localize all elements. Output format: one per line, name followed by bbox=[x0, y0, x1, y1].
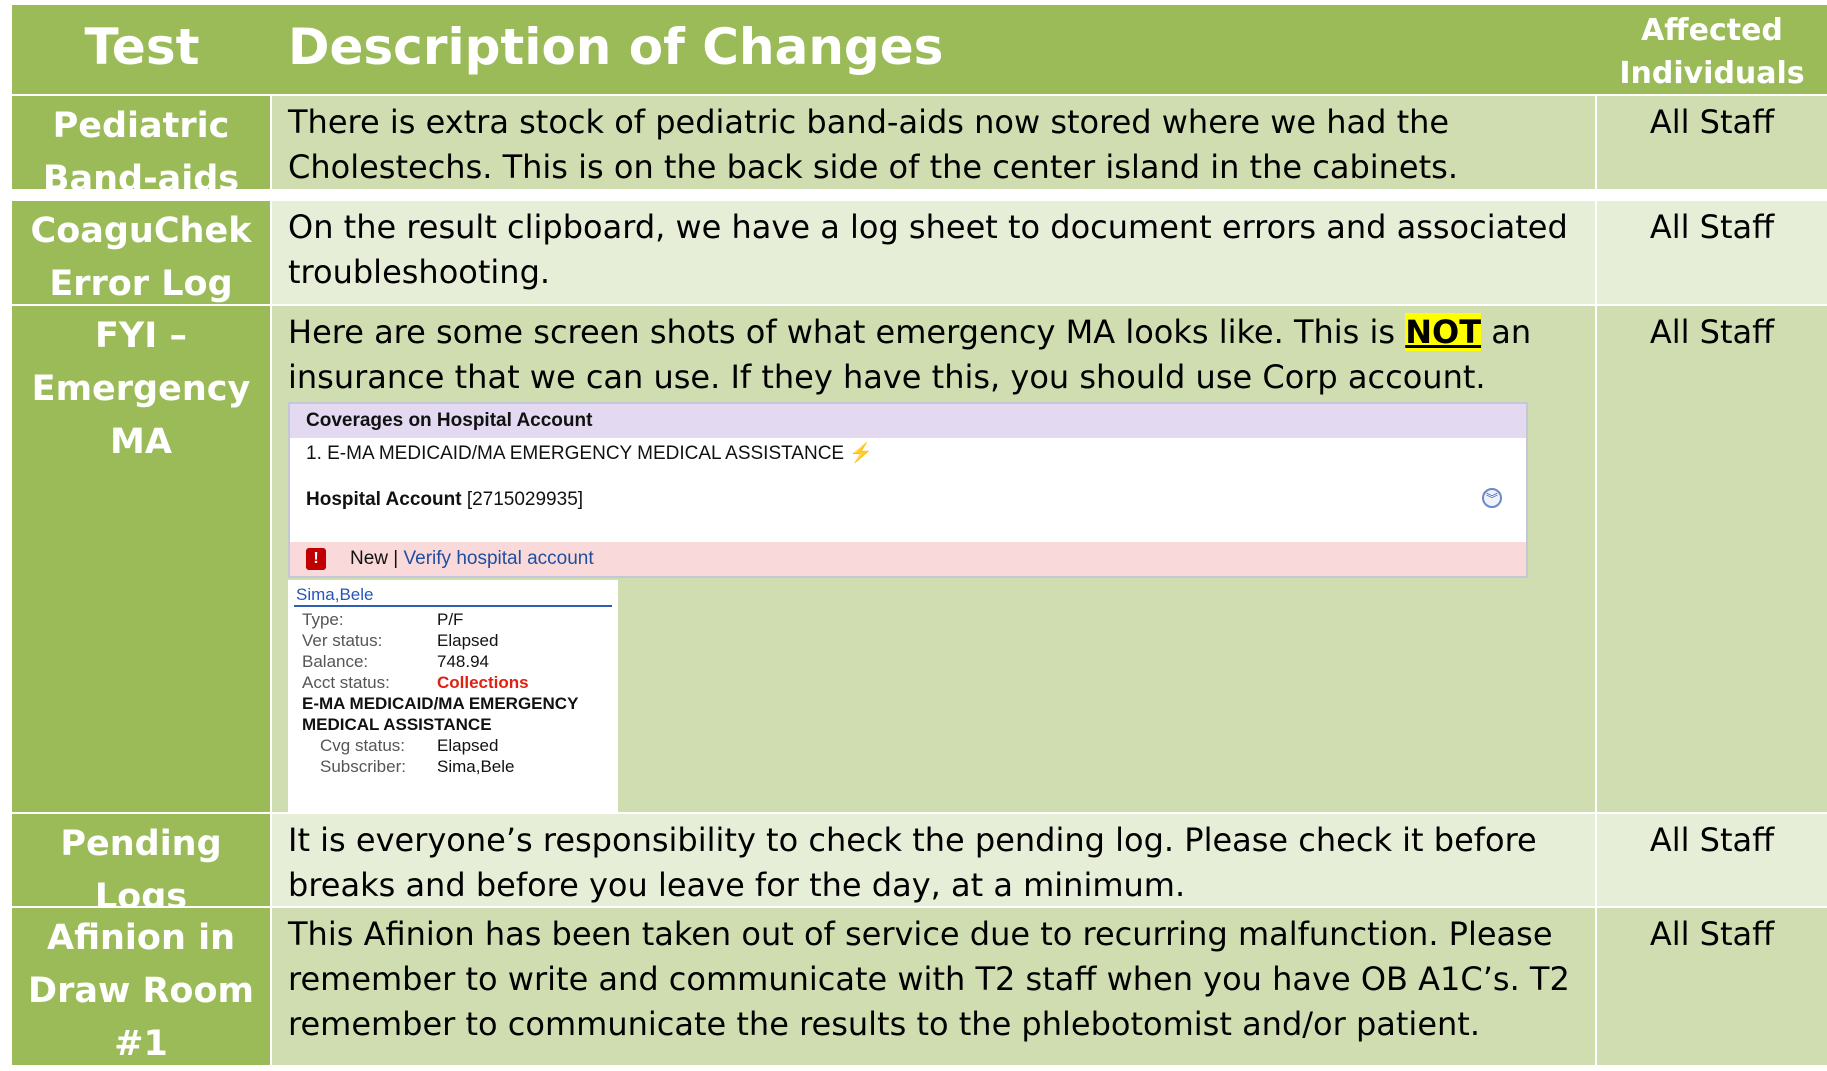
table-row: Pending Logs It is everyone’s responsibi… bbox=[12, 814, 1827, 917]
card-acct-row: Acct status: Collections bbox=[294, 672, 612, 693]
row-description: Here are some screen shots of what emerg… bbox=[272, 306, 1597, 812]
row-description-text: Here are some screen shots of what emerg… bbox=[288, 310, 1587, 400]
card-coverage-line2: MEDICAL ASSISTANCE bbox=[302, 715, 492, 734]
ver-status-value: Elapsed bbox=[437, 631, 499, 650]
card-subscriber-row: Subscriber: Sima,Bele bbox=[294, 756, 612, 777]
separator: | bbox=[388, 548, 404, 569]
chevron-down-icon[interactable]: ︾ bbox=[1482, 488, 1502, 508]
coverage-text: 1. E-MA MEDICAID/MA EMERGENCY MEDICAL AS… bbox=[306, 443, 845, 464]
hospital-account-screenshot: Coverages on Hospital Account 1. E-MA ME… bbox=[288, 402, 1528, 578]
table-row: CoaguChek Error Log On the result clipbo… bbox=[12, 201, 1827, 306]
row-description: It is everyone’s responsibility to check… bbox=[272, 814, 1597, 906]
row-description: There is extra stock of pediatric band-a… bbox=[272, 96, 1597, 189]
row-description: This Afinion has been taken out of servi… bbox=[272, 908, 1597, 1065]
acct-status-label: Acct status: bbox=[302, 673, 390, 692]
row-affected: All Staff bbox=[1649, 103, 1775, 141]
row-affected: All Staff bbox=[1649, 915, 1775, 953]
verify-alert-bar: ! New | Verify hospital account bbox=[290, 542, 1526, 576]
balance-label: Balance: bbox=[302, 652, 369, 671]
description-text-pre: Here are some screen shots of what emerg… bbox=[288, 313, 1406, 351]
card-coverage-line1: E-MA MEDICAID/MA EMERGENCY bbox=[302, 694, 579, 713]
type-value: P/F bbox=[437, 610, 464, 629]
coverages-header: Coverages on Hospital Account bbox=[290, 404, 1526, 438]
header-description: Description of Changes bbox=[288, 18, 944, 76]
card-type-row: Type: P/F bbox=[294, 609, 612, 630]
patient-account-card: Sima,Bele Type: P/F Ver status: Elapsed Ba… bbox=[288, 580, 618, 812]
not-highlight: NOT bbox=[1405, 313, 1482, 351]
balance-value: 748.94 bbox=[437, 652, 489, 671]
subscriber-value: Sima,Bele bbox=[437, 757, 515, 776]
table-header-row: Test Description of Changes Affected Ind… bbox=[12, 5, 1827, 96]
row-description: On the result clipboard, we have a log s… bbox=[272, 201, 1597, 304]
alert-icon: ! bbox=[306, 547, 326, 570]
hospital-account-number: [2715029935] bbox=[466, 489, 584, 510]
lightning-icon: ⚡ bbox=[849, 443, 874, 464]
card-cvg-row: Cvg status: Elapsed bbox=[294, 735, 612, 756]
subscriber-label: Subscriber: bbox=[320, 757, 406, 776]
cvg-status-value: Elapsed bbox=[437, 736, 499, 755]
card-ver-row: Ver status: Elapsed bbox=[294, 630, 612, 651]
row-test: Afinion in Draw Room #1 bbox=[12, 908, 272, 1065]
cvg-status-label: Cvg status: bbox=[320, 736, 406, 755]
coverage-line: 1. E-MA MEDICAID/MA EMERGENCY MEDICAL AS… bbox=[290, 438, 1526, 470]
table-row: Pediatric Band-aids There is extra stock… bbox=[12, 96, 1827, 199]
new-label: New bbox=[350, 548, 389, 569]
row-affected: All Staff bbox=[1649, 313, 1775, 351]
patient-name-link[interactable]: Sima,Bele bbox=[294, 584, 612, 607]
row-affected: All Staff bbox=[1649, 208, 1775, 246]
header-test: Test bbox=[12, 5, 272, 94]
row-test: Pediatric Band-aids bbox=[12, 96, 272, 199]
table-row: FYI – Emergency MA Here are some screen … bbox=[12, 306, 1827, 814]
row-test: CoaguChek Error Log bbox=[12, 201, 272, 304]
row-affected: All Staff bbox=[1649, 821, 1775, 859]
row-test: FYI – Emergency MA bbox=[12, 306, 272, 812]
hospital-account-line: Hospital Account [2715029935] ︾ bbox=[290, 486, 1526, 514]
acct-status-value: Collections bbox=[437, 673, 529, 692]
card-balance-row: Balance: 748.94 bbox=[294, 651, 612, 672]
ver-status-label: Ver status: bbox=[302, 631, 383, 650]
hospital-account-label: Hospital Account bbox=[306, 489, 462, 510]
type-label: Type: bbox=[302, 610, 344, 629]
table-row: Afinion in Draw Room #1 This Afinion has… bbox=[12, 908, 1827, 1065]
header-affected: Affected Individuals bbox=[1619, 13, 1805, 91]
verify-hospital-account-link[interactable]: Verify hospital account bbox=[404, 548, 594, 569]
row-test: Pending Logs bbox=[12, 814, 272, 917]
